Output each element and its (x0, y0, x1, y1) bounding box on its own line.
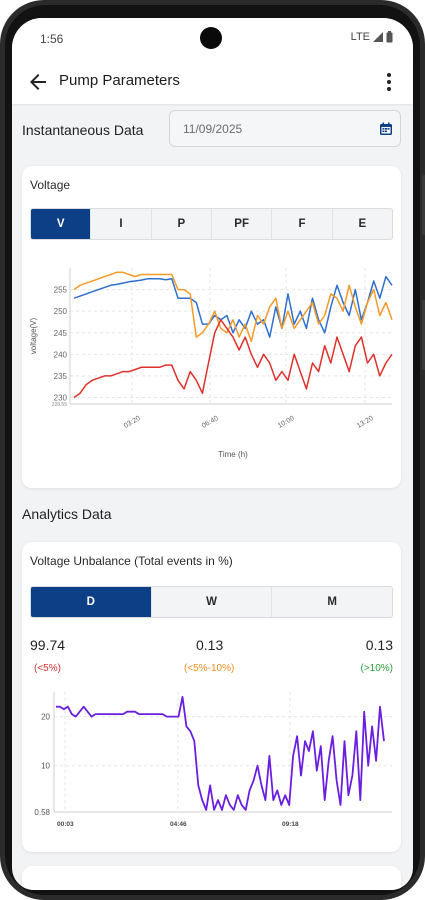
app-bar: Pump Parameters (12, 60, 413, 104)
stat-value-low: 99.74 (30, 637, 66, 653)
status-bar: 1:56 LTE (12, 18, 413, 60)
voltage-parameter-tabs: V I P PF F E (30, 208, 393, 240)
y-tick-label: 20 (41, 713, 50, 722)
x-tick-label: 10:00 (277, 415, 296, 430)
voltage-line-chart: 230235240245250255228.5503:20 06:40 10:00 1… (29, 268, 393, 459)
stat-value-mid: 0.13 (196, 637, 224, 653)
period-tab-w[interactable]: W (150, 587, 272, 617)
front-camera (200, 27, 222, 49)
voltage-unbalance-card: Voltage Unbalance (Total events in %) DW… (22, 542, 401, 852)
x-axis-label: Time (h) (218, 450, 248, 459)
period-tabs: DWM (30, 586, 393, 618)
tab-f[interactable]: F (271, 209, 331, 239)
signal-icon (373, 32, 383, 42)
y-min-label: 228.55 (52, 402, 68, 408)
stat-value-high: 0.13 (365, 637, 393, 653)
tab-p[interactable]: P (150, 209, 211, 239)
next-card (22, 866, 401, 890)
date-value: 11/09/2025 (183, 122, 243, 136)
period-tab-m[interactable]: M (271, 587, 392, 617)
y-tick-label: 235 (54, 372, 68, 381)
voltage-unbalance-title: Voltage Unbalance (Total events in %) (30, 554, 233, 568)
stat-label-high: (>10%) (360, 663, 393, 674)
y-axis-label: voltage(V) (29, 317, 38, 354)
date-picker-field[interactable]: 11/09/2025 (169, 110, 401, 147)
battery-icon (386, 31, 393, 43)
voltage-card: Voltage V I P PF F E 230 235 240 245 250 255 228.55… (22, 166, 401, 488)
y-tick-label: 240 (54, 350, 68, 359)
arrow-left-icon[interactable] (26, 70, 50, 94)
x-tick-label: 13:20 (356, 415, 375, 430)
voltage-card-title: Voltage (30, 178, 71, 192)
stat-label-mid: (<5%-10%) (184, 663, 235, 674)
status-time: 1:56 (40, 32, 64, 46)
x-tick-label: 00:03 (57, 821, 74, 828)
tab-i[interactable]: I (90, 209, 150, 239)
y-tick-label: 10 (41, 762, 50, 771)
phone-frame: 1:56 LTE Pump Parameters Instantaneous D… (0, 0, 425, 900)
screen: 1:56 LTE Pump Parameters Instantaneous D… (12, 18, 413, 890)
period-tab-d[interactable]: D (31, 587, 151, 617)
more-vert-icon[interactable] (377, 70, 401, 94)
status-indicators: LTE (351, 31, 393, 43)
y-tick-label: 245 (54, 329, 68, 338)
analytics-data-label: Analytics Data (22, 506, 112, 522)
y-tick-label: 0.58 (34, 808, 50, 817)
x-tick-label: 06:40 (201, 415, 220, 430)
y-tick-label: 250 (54, 307, 68, 316)
instantaneous-data-label: Instantaneous Data (22, 122, 144, 138)
x-tick-label: 09:18 (282, 821, 299, 828)
tab-v[interactable]: V (31, 209, 91, 239)
calendar-icon[interactable] (379, 122, 393, 136)
unbalance-line-chart: 0.58 10 20 00:03 04:46 09:18 (34, 692, 392, 828)
x-tick-label: 04:46 (170, 821, 187, 828)
tab-pf[interactable]: PF (210, 209, 271, 239)
page-title: Pump Parameters (59, 72, 180, 89)
unbalance-series-0 (56, 695, 385, 811)
y-tick-label: 255 (54, 286, 68, 295)
network-label: LTE (350, 31, 370, 43)
x-tick-label: 03:20 (123, 415, 142, 430)
stat-label-low: (<5%) (34, 663, 61, 674)
tab-e[interactable]: E (331, 209, 392, 239)
